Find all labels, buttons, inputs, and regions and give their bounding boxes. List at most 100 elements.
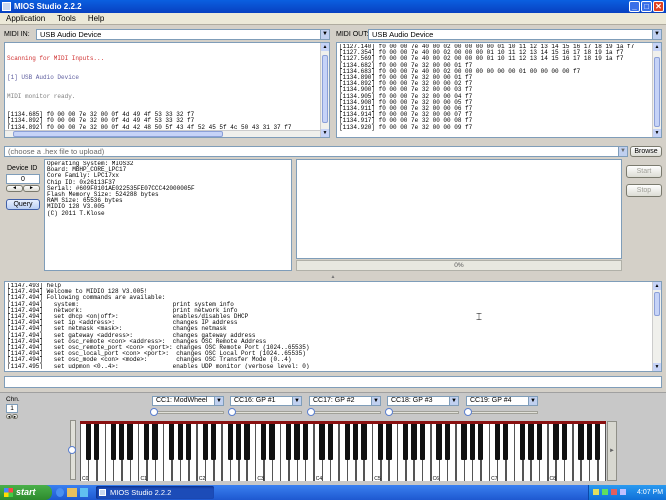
midi-in-select[interactable]: USB Audio Device ▼ bbox=[36, 29, 330, 40]
black-key[interactable] bbox=[177, 424, 183, 460]
black-key[interactable] bbox=[586, 424, 592, 460]
scroll-thumb[interactable] bbox=[654, 57, 660, 127]
cc-slider-knob[interactable] bbox=[150, 408, 158, 416]
black-key[interactable] bbox=[419, 424, 425, 460]
menu-application[interactable]: Application bbox=[0, 13, 51, 25]
increment-icon[interactable]: ► bbox=[12, 414, 18, 419]
midi-out-select[interactable]: USB Audio Device ▼ bbox=[368, 29, 662, 40]
black-key[interactable] bbox=[494, 424, 501, 460]
cc-slider-track[interactable] bbox=[230, 411, 302, 414]
black-key[interactable] bbox=[244, 424, 250, 460]
black-key[interactable] bbox=[202, 424, 208, 460]
tray-icon[interactable] bbox=[611, 489, 617, 495]
midi-out-vscroll[interactable]: ▲ ▼ bbox=[652, 43, 661, 137]
black-key[interactable] bbox=[127, 424, 133, 460]
black-key[interactable] bbox=[110, 424, 117, 460]
black-key[interactable] bbox=[561, 424, 567, 460]
black-key[interactable] bbox=[528, 424, 534, 460]
hex-file-select[interactable]: (choose a .hex file to upload) ▼ bbox=[4, 146, 628, 157]
black-key[interactable] bbox=[436, 424, 442, 460]
menu-tools[interactable]: Tools bbox=[51, 13, 82, 25]
cc-select-1[interactable]: CC1: ModWheel ▼ bbox=[152, 396, 224, 406]
midi-in-hscroll[interactable] bbox=[5, 130, 320, 137]
scroll-thumb[interactable] bbox=[654, 292, 660, 316]
tray-icon[interactable] bbox=[620, 489, 626, 495]
pitch-wheel-knob[interactable] bbox=[68, 446, 76, 454]
black-key[interactable] bbox=[319, 424, 325, 460]
start-button[interactable]: Start bbox=[626, 165, 662, 178]
black-key[interactable] bbox=[402, 424, 409, 460]
maximize-button[interactable]: □ bbox=[641, 1, 652, 12]
keyboard-scroll-right-icon[interactable]: ► bbox=[607, 421, 617, 481]
menu-help[interactable]: Help bbox=[82, 13, 110, 25]
explorer-quicklaunch-icon[interactable] bbox=[67, 488, 77, 497]
cc-slider-track[interactable] bbox=[309, 411, 381, 414]
black-key[interactable] bbox=[444, 424, 451, 460]
cc-slider-track[interactable] bbox=[152, 411, 224, 414]
black-key[interactable] bbox=[469, 424, 476, 460]
black-key[interactable] bbox=[269, 424, 275, 460]
scroll-up-icon[interactable]: ▲ bbox=[321, 43, 329, 51]
black-key[interactable] bbox=[461, 424, 467, 460]
black-key[interactable] bbox=[594, 424, 601, 460]
scroll-up-icon[interactable]: ▲ bbox=[653, 43, 661, 51]
black-key[interactable] bbox=[169, 424, 175, 460]
cc-select-5[interactable]: CC19: GP #4 ▼ bbox=[466, 396, 538, 406]
black-key[interactable] bbox=[553, 424, 559, 460]
taskbar-task-mios[interactable]: MIOS Studio 2.2.2 bbox=[96, 486, 214, 499]
black-key[interactable] bbox=[94, 424, 100, 460]
tray-icon[interactable] bbox=[593, 489, 599, 495]
black-key[interactable] bbox=[386, 424, 392, 460]
black-key[interactable] bbox=[536, 424, 542, 460]
black-key[interactable] bbox=[344, 424, 350, 460]
black-key[interactable] bbox=[144, 424, 150, 460]
cc-select-4[interactable]: CC18: GP #3 ▼ bbox=[387, 396, 459, 406]
scroll-thumb[interactable] bbox=[13, 131, 223, 137]
cc-select-3[interactable]: CC17: GP #2 ▼ bbox=[309, 396, 381, 406]
cc-slider-track[interactable] bbox=[387, 411, 459, 414]
black-key[interactable] bbox=[327, 424, 334, 460]
black-key[interactable] bbox=[478, 424, 484, 460]
channel-field[interactable]: 1 bbox=[6, 404, 18, 413]
channel-stepper[interactable]: ◄ ► bbox=[6, 414, 18, 419]
desktop-quicklaunch-icon[interactable] bbox=[80, 488, 88, 497]
cc-select-2[interactable]: CC16: GP #1 ▼ bbox=[230, 396, 302, 406]
black-key[interactable] bbox=[361, 424, 367, 460]
terminal-command-input[interactable] bbox=[4, 376, 662, 388]
black-key[interactable] bbox=[294, 424, 300, 460]
midi-out-monitor[interactable]: [1127.140] f0 00 00 7e 40 00 02 00 00 00… bbox=[336, 42, 662, 138]
increment-icon[interactable]: ► bbox=[23, 185, 40, 192]
black-key[interactable] bbox=[503, 424, 509, 460]
cc-slider-knob[interactable] bbox=[464, 408, 472, 416]
scroll-down-icon[interactable]: ▼ bbox=[653, 363, 661, 371]
black-key[interactable] bbox=[519, 424, 526, 460]
black-key[interactable] bbox=[85, 424, 91, 460]
device-id-stepper[interactable]: ◄ ► bbox=[6, 185, 40, 192]
ie-quicklaunch-icon[interactable] bbox=[56, 488, 64, 497]
browse-button[interactable]: Browse bbox=[630, 146, 662, 157]
decrement-icon[interactable]: ◄ bbox=[6, 185, 23, 192]
minimize-button[interactable]: _ bbox=[629, 1, 640, 12]
cc-slider-knob[interactable] bbox=[385, 408, 393, 416]
terminal-vscroll[interactable]: ▲ ▼ bbox=[652, 282, 661, 371]
black-key[interactable] bbox=[578, 424, 584, 460]
black-key[interactable] bbox=[210, 424, 217, 460]
black-key[interactable] bbox=[119, 424, 125, 460]
cc-slider-knob[interactable] bbox=[307, 408, 315, 416]
black-key[interactable] bbox=[261, 424, 267, 460]
tray-icon[interactable] bbox=[602, 489, 608, 495]
start-button[interactable]: start bbox=[0, 485, 52, 500]
black-key[interactable] bbox=[185, 424, 192, 460]
device-id-field[interactable]: 0 bbox=[6, 174, 40, 184]
scroll-down-icon[interactable]: ▼ bbox=[321, 129, 329, 137]
terminal-output[interactable]: [1147.493] help [1147.494] Welcome to MID… bbox=[4, 281, 662, 372]
black-key[interactable] bbox=[302, 424, 309, 460]
black-key[interactable] bbox=[152, 424, 158, 460]
black-key[interactable] bbox=[352, 424, 359, 460]
scroll-thumb[interactable] bbox=[322, 55, 328, 123]
black-key[interactable] bbox=[286, 424, 292, 460]
black-key[interactable] bbox=[227, 424, 233, 460]
scroll-down-icon[interactable]: ▼ bbox=[653, 129, 661, 137]
query-button[interactable]: Query bbox=[6, 199, 40, 210]
black-key[interactable] bbox=[411, 424, 417, 460]
